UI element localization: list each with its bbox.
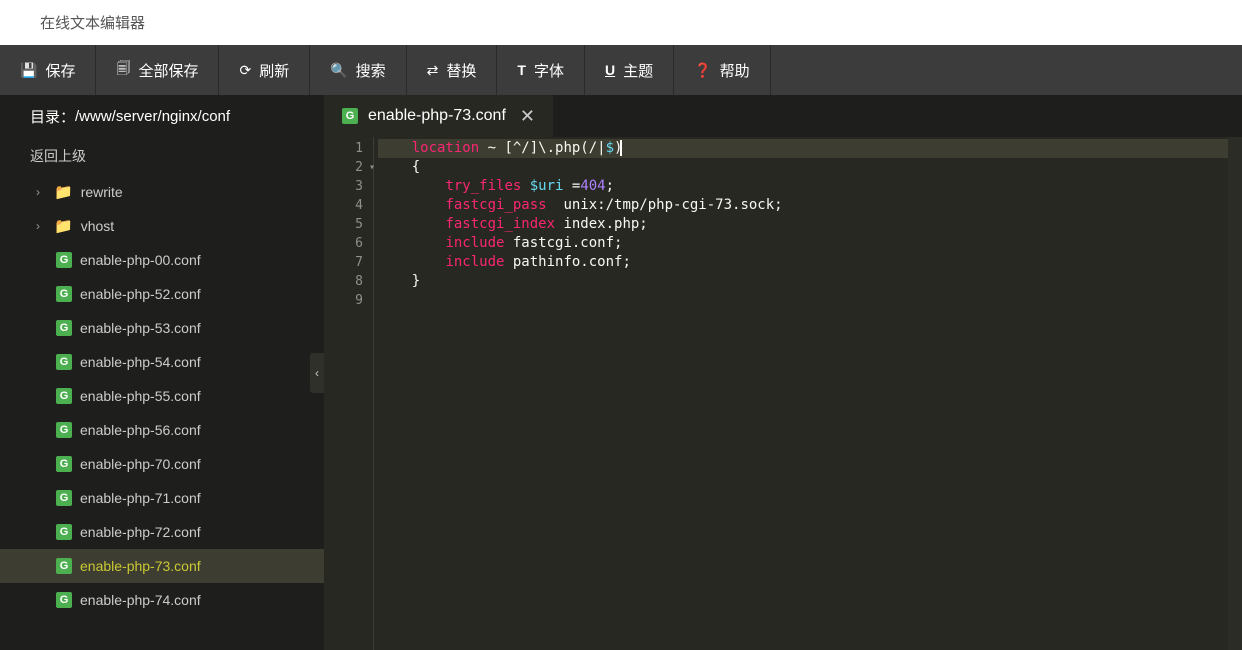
save-all-button[interactable]: 🗐全部保存 [96, 45, 219, 95]
line-number: 7 [324, 253, 373, 272]
line-gutter: 123456789 [324, 137, 374, 650]
window-title: 在线文本编辑器 [0, 0, 1242, 45]
sidebar-collapse-handle[interactable]: ‹ [310, 353, 324, 393]
code-content[interactable]: location ~ [^/]\.php(/|$) { try_files $u… [374, 137, 1242, 650]
line-number: 4 [324, 196, 373, 215]
file-label: enable-php-70.conf [80, 456, 201, 472]
file-item[interactable]: Genable-php-72.conf [0, 515, 324, 549]
line-number: 6 [324, 234, 373, 253]
theme-button[interactable]: U主题 [585, 45, 674, 95]
font-icon: T [517, 62, 526, 78]
tab-active[interactable]: G enable-php-73.conf ✕ [324, 95, 553, 137]
file-item[interactable]: Genable-php-54.conf [0, 345, 324, 379]
replace-button[interactable]: ⇄替换 [407, 45, 498, 95]
file-item[interactable]: Genable-php-53.conf [0, 311, 324, 345]
file-item[interactable]: Genable-php-70.conf [0, 447, 324, 481]
file-icon: G [56, 524, 72, 540]
chevron-right-icon: › [36, 185, 46, 199]
help-icon: ❓ [694, 62, 711, 79]
file-icon: G [56, 456, 72, 472]
file-label: enable-php-72.conf [80, 524, 201, 540]
line-number: 1 [324, 139, 373, 158]
file-item[interactable]: Genable-php-74.conf [0, 583, 324, 617]
save-button[interactable]: 💾保存 [0, 45, 96, 95]
vertical-scrollbar[interactable] [1228, 137, 1242, 650]
refresh-button[interactable]: ⟳刷新 [219, 45, 310, 95]
file-label: enable-php-53.conf [80, 320, 201, 336]
sidebar: 目录：/www/server/nginx/conf 返回上级 › 📁 rewrite… [0, 95, 324, 650]
tab-bar: G enable-php-73.conf ✕ [324, 95, 1242, 137]
line-number: 3 [324, 177, 373, 196]
chevron-right-icon: › [36, 219, 46, 233]
folder-label: vhost [81, 218, 114, 234]
code-line[interactable]: fastcgi_index index.php; [378, 215, 1242, 234]
code-line[interactable]: try_files $uri =404; [378, 177, 1242, 196]
file-label: enable-php-52.conf [80, 286, 201, 302]
file-icon: G [56, 592, 72, 608]
file-item[interactable]: Genable-php-56.conf [0, 413, 324, 447]
file-icon: G [56, 422, 72, 438]
font-button[interactable]: T字体 [497, 45, 585, 95]
replace-icon: ⇄ [427, 62, 439, 79]
code-line[interactable]: include fastcgi.conf; [378, 234, 1242, 253]
line-number: 9 [324, 291, 373, 310]
code-editor[interactable]: 123456789 location ~ [^/]\.php(/|$) { tr… [324, 137, 1242, 650]
line-number: 2 [324, 158, 373, 177]
toolbar: 💾保存 🗐全部保存 ⟳刷新 🔍搜索 ⇄替换 T字体 U主题 ❓帮助 [0, 45, 1242, 95]
help-button[interactable]: ❓帮助 [674, 45, 770, 95]
file-label: enable-php-56.conf [80, 422, 201, 438]
folder-label: rewrite [81, 184, 123, 200]
file-icon: G [56, 286, 72, 302]
folder-icon: 📁 [54, 183, 73, 201]
code-line[interactable]: { [378, 158, 1242, 177]
code-line[interactable]: fastcgi_pass unix:/tmp/php-cgi-73.sock; [378, 196, 1242, 215]
file-label: enable-php-74.conf [80, 592, 201, 608]
line-number: 5 [324, 215, 373, 234]
file-label: enable-php-73.conf [80, 558, 201, 574]
file-icon: G [56, 388, 72, 404]
search-button[interactable]: 🔍搜索 [310, 45, 406, 95]
editor-area: ‹ G enable-php-73.conf ✕ 123456789 locat… [324, 95, 1242, 650]
directory-path: 目录：/www/server/nginx/conf [0, 95, 324, 137]
line-number: 8 [324, 272, 373, 291]
file-item[interactable]: Genable-php-00.conf [0, 243, 324, 277]
code-line[interactable]: location ~ [^/]\.php(/|$) [378, 139, 1242, 158]
file-icon: G [56, 252, 72, 268]
code-line[interactable]: } [378, 272, 1242, 291]
file-item[interactable]: Genable-php-73.conf [0, 549, 324, 583]
search-icon: 🔍 [330, 62, 347, 79]
refresh-icon: ⟳ [239, 62, 251, 79]
back-up-link[interactable]: 返回上级 [0, 137, 324, 175]
file-label: enable-php-00.conf [80, 252, 201, 268]
file-icon: G [342, 108, 358, 124]
folder-item[interactable]: › 📁 rewrite [0, 175, 324, 209]
folder-icon: 📁 [54, 217, 73, 235]
code-line[interactable]: include pathinfo.conf; [378, 253, 1242, 272]
file-label: enable-php-71.conf [80, 490, 201, 506]
file-icon: G [56, 490, 72, 506]
theme-icon: U [605, 62, 615, 78]
file-item[interactable]: Genable-php-55.conf [0, 379, 324, 413]
file-label: enable-php-54.conf [80, 354, 201, 370]
file-tree: ›📁rewrite›📁vhostGenable-php-00.confGenab… [0, 175, 324, 650]
file-item[interactable]: Genable-php-52.conf [0, 277, 324, 311]
file-item[interactable]: Genable-php-71.conf [0, 481, 324, 515]
save-all-icon: 🗐 [116, 58, 130, 82]
tab-label: enable-php-73.conf [368, 107, 506, 125]
save-icon: 💾 [20, 62, 37, 79]
close-icon[interactable]: ✕ [520, 106, 535, 127]
file-label: enable-php-55.conf [80, 388, 201, 404]
folder-item[interactable]: › 📁 vhost [0, 209, 324, 243]
file-icon: G [56, 558, 72, 574]
file-icon: G [56, 320, 72, 336]
file-icon: G [56, 354, 72, 370]
code-line[interactable] [378, 291, 1242, 310]
